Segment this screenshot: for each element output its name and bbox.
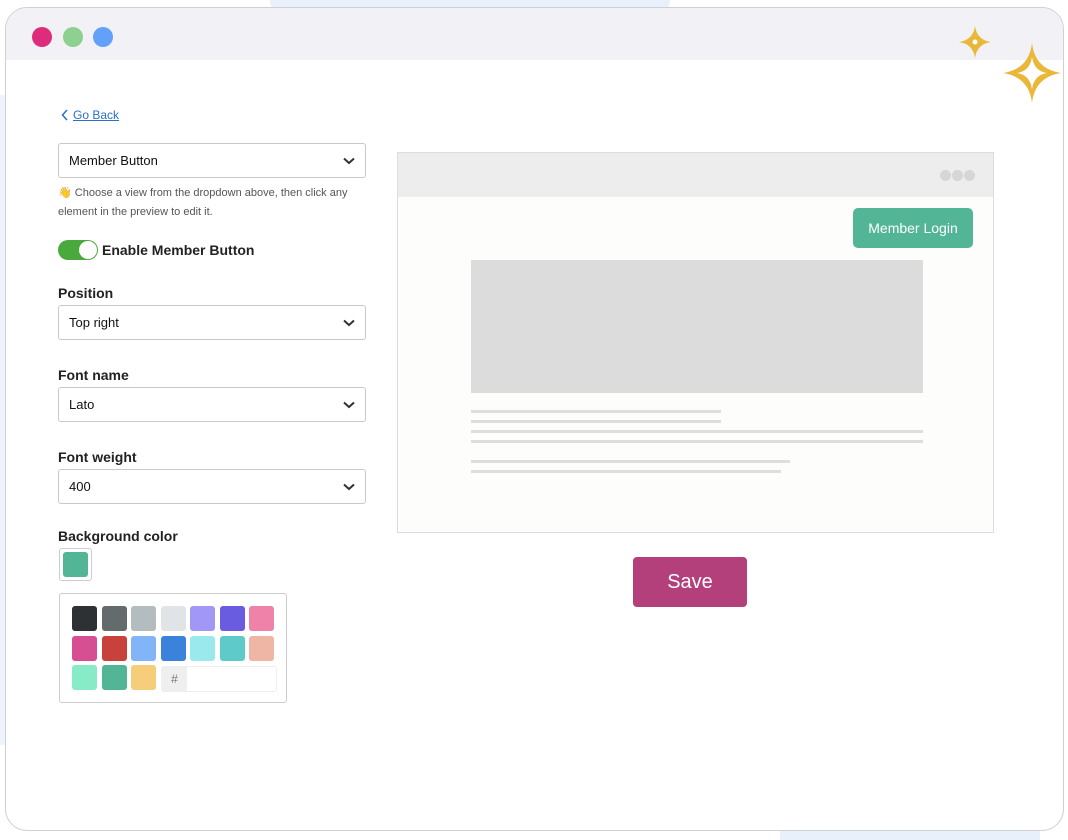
color-swatch[interactable] bbox=[131, 635, 156, 661]
color-swatch[interactable] bbox=[219, 606, 245, 631]
chevron-down-icon bbox=[343, 319, 355, 326]
wave-icon: 👋 bbox=[58, 187, 72, 199]
chevron-down-icon bbox=[343, 401, 355, 408]
preview-text-line bbox=[471, 420, 721, 423]
chevron-left-icon bbox=[61, 109, 68, 121]
preview-text-line bbox=[471, 460, 790, 463]
member-login-button-preview[interactable]: Member Login bbox=[853, 208, 973, 248]
title-bar bbox=[6, 8, 1063, 60]
save-button[interactable]: Save bbox=[633, 557, 747, 607]
hash-prefix: # bbox=[162, 667, 187, 691]
color-swatch[interactable] bbox=[160, 635, 186, 661]
current-color-swatch[interactable] bbox=[59, 548, 92, 581]
position-value: Top right bbox=[69, 315, 119, 330]
preview-text-line bbox=[471, 440, 923, 443]
sparkle-icon bbox=[959, 26, 991, 58]
position-label: Position bbox=[58, 285, 114, 301]
go-back-label: Go Back bbox=[73, 108, 120, 122]
window-close-dot[interactable] bbox=[32, 27, 52, 47]
font-weight-value: 400 bbox=[69, 479, 91, 494]
color-swatch[interactable] bbox=[131, 665, 156, 690]
preview-browser-bar bbox=[398, 153, 993, 197]
window-maximize-dot[interactable] bbox=[93, 27, 113, 47]
preview-frame: Member Login bbox=[397, 152, 994, 533]
color-swatch[interactable] bbox=[72, 606, 97, 631]
color-swatch[interactable] bbox=[101, 665, 127, 690]
hex-input-group: # bbox=[161, 666, 277, 692]
color-swatch[interactable] bbox=[190, 606, 215, 631]
font-name-label: Font name bbox=[58, 367, 129, 383]
hex-color-input[interactable] bbox=[187, 667, 276, 691]
background-color-label: Background color bbox=[58, 528, 178, 544]
font-name-dropdown[interactable]: Lato bbox=[58, 387, 366, 422]
color-swatch[interactable] bbox=[219, 635, 245, 661]
preview-text-line bbox=[471, 430, 923, 433]
sparkle-icon bbox=[1003, 43, 1061, 103]
color-swatch[interactable] bbox=[190, 635, 215, 661]
position-dropdown[interactable]: Top right bbox=[58, 305, 366, 340]
font-weight-dropdown[interactable]: 400 bbox=[58, 469, 366, 504]
color-swatch[interactable] bbox=[249, 606, 274, 631]
preview-text-line bbox=[471, 410, 721, 413]
preview-image-placeholder bbox=[471, 260, 923, 393]
enable-member-button-toggle[interactable] bbox=[58, 240, 98, 260]
color-swatch[interactable] bbox=[249, 635, 274, 661]
chevron-down-icon bbox=[343, 157, 355, 164]
go-back-link[interactable]: Go Back bbox=[61, 108, 119, 122]
font-weight-label: Font weight bbox=[58, 449, 137, 465]
color-swatch[interactable] bbox=[72, 635, 97, 661]
font-name-value: Lato bbox=[69, 397, 95, 412]
toggle-label: Enable Member Button bbox=[102, 242, 255, 258]
color-swatch[interactable] bbox=[160, 606, 186, 631]
app-window: Go Back Member Button 👋 Choose a view fr… bbox=[5, 7, 1064, 831]
color-swatch[interactable] bbox=[72, 665, 97, 690]
color-swatch[interactable] bbox=[101, 635, 127, 661]
color-palette: # bbox=[59, 593, 287, 703]
preview-text-line bbox=[471, 470, 781, 473]
view-dropdown[interactable]: Member Button bbox=[58, 143, 366, 178]
chevron-down-icon bbox=[343, 483, 355, 490]
help-text: 👋 Choose a view from the dropdown above,… bbox=[58, 184, 368, 222]
color-swatch[interactable] bbox=[131, 606, 156, 631]
enable-member-button-row: Enable Member Button bbox=[58, 240, 254, 260]
window-minimize-dot[interactable] bbox=[63, 27, 83, 47]
view-dropdown-value: Member Button bbox=[69, 153, 158, 168]
color-swatch[interactable] bbox=[101, 606, 127, 631]
help-text-content: Choose a view from the dropdown above, t… bbox=[58, 187, 348, 218]
